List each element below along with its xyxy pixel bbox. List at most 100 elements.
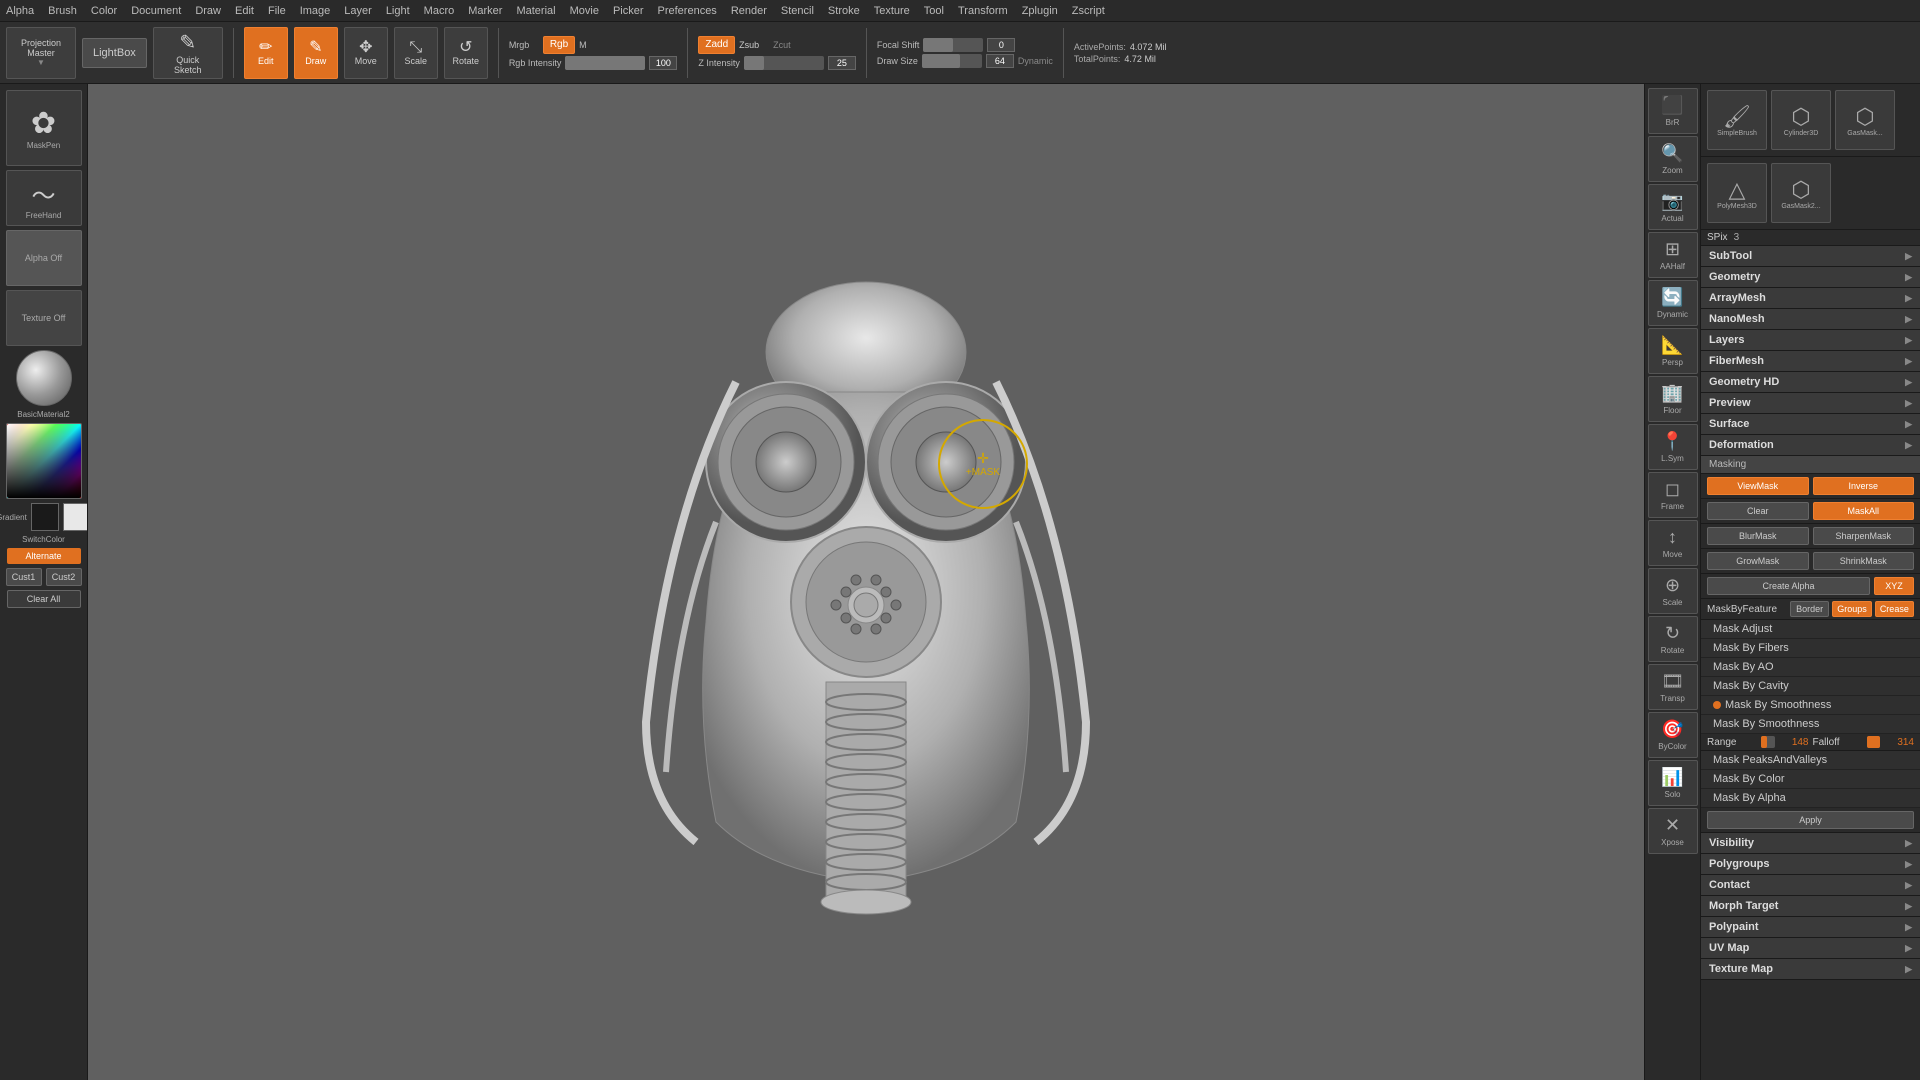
nav-btn-scale[interactable]: ⊕Scale: [1648, 568, 1698, 614]
nav-btn-move[interactable]: ↕Move: [1648, 520, 1698, 566]
gradient-light[interactable]: [63, 503, 88, 531]
section-preview[interactable]: Preview▶: [1701, 393, 1920, 414]
nav-btn-aahalf[interactable]: ⊞AAHalf: [1648, 232, 1698, 278]
canvas-area[interactable]: ✛ +MASK: [88, 84, 1644, 1080]
thumb-simplebrush[interactable]: 🖌 SimpleBrush: [1707, 90, 1767, 150]
texture-slot[interactable]: Texture Off: [6, 290, 82, 346]
material-ball[interactable]: [16, 350, 72, 406]
nav-btn-actual[interactable]: 📷Actual: [1648, 184, 1698, 230]
move-button[interactable]: ✥ Move: [344, 27, 388, 79]
focal-shift-slider[interactable]: [923, 38, 983, 52]
mask-adjust-item[interactable]: Mask Adjust: [1701, 620, 1920, 639]
create-alpha-button[interactable]: Create Alpha: [1707, 577, 1870, 595]
zadd-button[interactable]: Zadd: [698, 36, 735, 54]
menu-item-material[interactable]: Material: [516, 5, 555, 17]
cust2-button[interactable]: Cust2: [46, 568, 82, 586]
menu-item-marker[interactable]: Marker: [468, 5, 502, 17]
section-texture-map[interactable]: Texture Map▶: [1701, 959, 1920, 980]
menu-item-texture[interactable]: Texture: [874, 5, 910, 17]
menu-item-render[interactable]: Render: [731, 5, 767, 17]
section-arraymesh[interactable]: ArrayMesh▶: [1701, 288, 1920, 309]
section-nanomesh[interactable]: NanoMesh▶: [1701, 309, 1920, 330]
section-polygroups[interactable]: Polygroups▶: [1701, 854, 1920, 875]
section-contact[interactable]: Contact▶: [1701, 875, 1920, 896]
crease-button[interactable]: Crease: [1875, 601, 1914, 617]
cust1-button[interactable]: Cust1: [6, 568, 42, 586]
menu-item-zscript[interactable]: Zscript: [1072, 5, 1105, 17]
menu-item-transform[interactable]: Transform: [958, 5, 1008, 17]
border-button[interactable]: Border: [1790, 601, 1829, 617]
sharpenmask-button[interactable]: SharpenMask: [1813, 527, 1915, 545]
menu-item-edit[interactable]: Edit: [235, 5, 254, 17]
mask-by-alpha-item[interactable]: Mask By Alpha: [1701, 789, 1920, 808]
range-slider[interactable]: [1761, 736, 1775, 748]
quick-sketch-button[interactable]: ✎ Quick Sketch: [153, 27, 223, 79]
menu-item-light[interactable]: Light: [386, 5, 410, 17]
menu-item-zplugin[interactable]: Zplugin: [1022, 5, 1058, 17]
section-surface[interactable]: Surface▶: [1701, 414, 1920, 435]
rgb-intensity-value[interactable]: 100: [649, 56, 677, 70]
section-fibermesh[interactable]: FiberMesh▶: [1701, 351, 1920, 372]
focal-shift-value[interactable]: 0: [987, 38, 1015, 52]
menu-item-stencil[interactable]: Stencil: [781, 5, 814, 17]
mask-by-ao-item[interactable]: Mask By AO: [1701, 658, 1920, 677]
viewmask-button[interactable]: ViewMask: [1707, 477, 1809, 495]
nav-btn-transp[interactable]: 🎞Transp: [1648, 664, 1698, 710]
section-uv-map[interactable]: UV Map▶: [1701, 938, 1920, 959]
blurmask-button[interactable]: BlurMask: [1707, 527, 1809, 545]
nav-btn-dynamic[interactable]: 🔄Dynamic: [1648, 280, 1698, 326]
rgb-intensity-slider[interactable]: [565, 56, 645, 70]
menu-item-brush[interactable]: Brush: [48, 5, 77, 17]
menu-item-image[interactable]: Image: [300, 5, 331, 17]
thumb-gasmask1[interactable]: ⬡ GasMask...: [1835, 90, 1895, 150]
brush-slot-freehand[interactable]: 〜 FreeHand: [6, 170, 82, 226]
menu-item-alpha[interactable]: Alpha: [6, 5, 34, 17]
nav-btn-xpose[interactable]: ✕Xpose: [1648, 808, 1698, 854]
nav-btn-floor[interactable]: 🏢Floor: [1648, 376, 1698, 422]
section-deformation[interactable]: Deformation▶: [1701, 435, 1920, 456]
section-subtool[interactable]: SubTool▶: [1701, 246, 1920, 267]
draw-size-value[interactable]: 64: [986, 54, 1014, 68]
section-geometry[interactable]: Geometry▶: [1701, 267, 1920, 288]
clear-all-button[interactable]: Clear All: [7, 590, 81, 608]
alpha-slot[interactable]: Alpha Off: [6, 230, 82, 286]
alternate-button[interactable]: Alternate: [7, 548, 81, 564]
nav-btn-rotate[interactable]: ↻Rotate: [1648, 616, 1698, 662]
section-visibility[interactable]: Visibility▶: [1701, 833, 1920, 854]
inverse-button[interactable]: Inverse: [1813, 477, 1915, 495]
projection-master-button[interactable]: Projection Master ▼: [6, 27, 76, 79]
rgb-button[interactable]: Rgb: [543, 36, 575, 54]
apply-button[interactable]: Apply: [1707, 811, 1914, 829]
menu-item-color[interactable]: Color: [91, 5, 117, 17]
clear-button[interactable]: Clear: [1707, 502, 1809, 520]
thumb-gasmask2[interactable]: ⬡ GasMask2...: [1771, 163, 1831, 223]
xyz-button[interactable]: XYZ: [1874, 577, 1914, 595]
shrinkmask-button[interactable]: ShrinkMask: [1813, 552, 1915, 570]
nav-btn-l.sym[interactable]: 📍L.Sym: [1648, 424, 1698, 470]
menu-item-layer[interactable]: Layer: [344, 5, 372, 17]
menu-item-picker[interactable]: Picker: [613, 5, 644, 17]
menu-item-macro[interactable]: Macro: [424, 5, 455, 17]
menu-item-tool[interactable]: Tool: [924, 5, 944, 17]
mask-by-color-item[interactable]: Mask By Color: [1701, 770, 1920, 789]
maskall-button[interactable]: MaskAll: [1813, 502, 1915, 520]
scale-button[interactable]: ⤡ Scale: [394, 27, 438, 79]
nav-btn-frame[interactable]: ◻Frame: [1648, 472, 1698, 518]
gradient-dark[interactable]: [31, 503, 59, 531]
color-picker[interactable]: [6, 423, 82, 499]
nav-btn-solo[interactable]: 📊Solo: [1648, 760, 1698, 806]
growmask-button[interactable]: GrowMask: [1707, 552, 1809, 570]
falloff-slider[interactable]: [1867, 736, 1881, 748]
menu-item-preferences[interactable]: Preferences: [658, 5, 717, 17]
mask-by-smoothness-item-2[interactable]: Mask By Smoothness: [1701, 715, 1920, 734]
section-morph-target[interactable]: Morph Target▶: [1701, 896, 1920, 917]
nav-btn-bycolor[interactable]: 🎯ByColor: [1648, 712, 1698, 758]
thumb-polymesh3d[interactable]: △ PolyMesh3D: [1707, 163, 1767, 223]
lightbox-button[interactable]: LightBox: [82, 38, 147, 68]
menu-item-movie[interactable]: Movie: [570, 5, 599, 17]
nav-btn-zoom[interactable]: 🔍Zoom: [1648, 136, 1698, 182]
menu-item-file[interactable]: File: [268, 5, 286, 17]
mask-peaks-valleys-item[interactable]: Mask PeaksAndValleys: [1701, 751, 1920, 770]
mask-by-fibers-item[interactable]: Mask By Fibers: [1701, 639, 1920, 658]
rotate-button[interactable]: ↺ Rotate: [444, 27, 488, 79]
